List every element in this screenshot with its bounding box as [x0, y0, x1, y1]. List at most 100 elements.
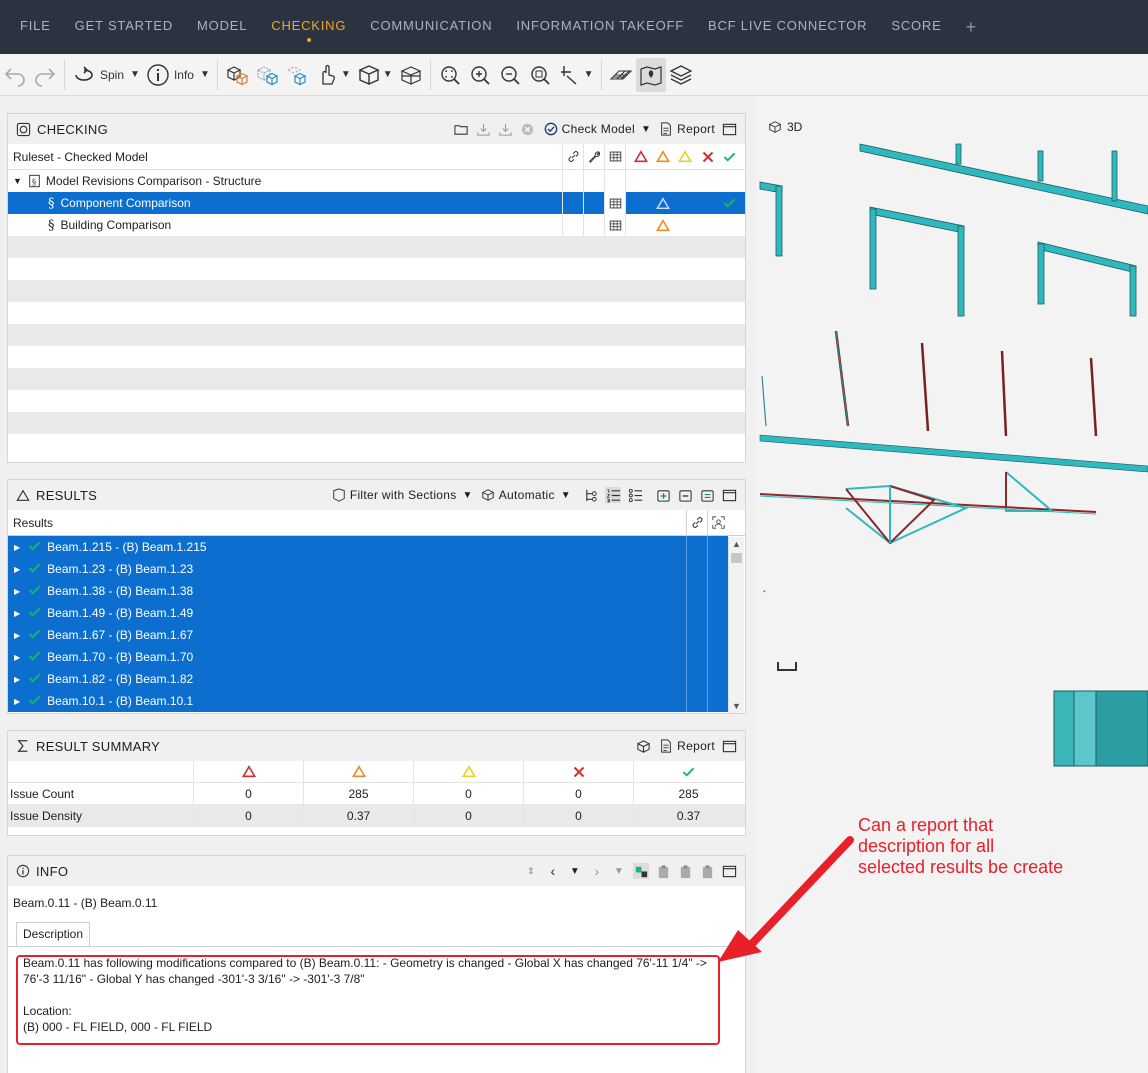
tab-description[interactable]: Description: [16, 922, 91, 946]
sort-button[interactable]: ⇕: [523, 863, 539, 879]
rule-row-component-comparison[interactable]: § Component Comparison: [8, 192, 745, 214]
scroll-thumb[interactable]: [731, 553, 742, 563]
maximize-button[interactable]: [721, 121, 737, 137]
result-row[interactable]: ▶ Beam.1.215 - (B) Beam.1.215: [8, 536, 728, 558]
ruleset-tree-row[interactable]: ▼ § Model Revisions Comparison - Structu…: [8, 170, 745, 192]
menu-score[interactable]: SCORE: [879, 0, 953, 54]
list-view-button[interactable]: [605, 487, 621, 503]
parameters-column[interactable]: [583, 144, 604, 169]
remove-issue-button[interactable]: [677, 487, 693, 503]
summary-settings-button[interactable]: [635, 738, 651, 754]
menu-model[interactable]: MODEL: [185, 0, 259, 54]
ghost-button[interactable]: [252, 58, 282, 92]
table-column[interactable]: [604, 144, 625, 169]
table-icon[interactable]: [609, 219, 622, 232]
check-model-button[interactable]: Check Model ▼: [544, 122, 652, 136]
chevron-down-icon[interactable]: ▼: [341, 69, 351, 80]
zoom-fit-button[interactable]: [435, 58, 465, 92]
accepted-icon[interactable]: [721, 151, 739, 163]
scroll-up-icon[interactable]: ▲: [729, 537, 744, 551]
camera-column[interactable]: [707, 510, 728, 535]
zoom-in-button[interactable]: [465, 58, 495, 92]
menu-information-takeoff[interactable]: INFORMATION TAKEOFF: [504, 0, 696, 54]
filter-with-sections-button[interactable]: Filter with Sections ▼: [332, 488, 473, 502]
menu-file[interactable]: FILE: [8, 0, 63, 54]
chevron-down-icon[interactable]: ▼: [567, 863, 583, 879]
hide-button[interactable]: [282, 58, 312, 92]
chevron-down-icon[interactable]: ▼: [584, 69, 594, 80]
rejected-icon[interactable]: [699, 151, 717, 163]
chevron-down-icon[interactable]: ▼: [130, 69, 140, 80]
description-text-area[interactable]: Beam.0.11 has following modifications co…: [8, 946, 745, 1073]
add-issue-button[interactable]: [655, 487, 671, 503]
redo-button[interactable]: [30, 58, 60, 92]
scroll-down-icon[interactable]: ▼: [729, 699, 744, 713]
result-row[interactable]: ▶ Beam.10.1 - (B) Beam.10.1: [8, 690, 728, 712]
chevron-down-icon[interactable]: ▼: [463, 490, 473, 501]
result-row[interactable]: ▶ Beam.1.67 - (B) Beam.1.67: [8, 624, 728, 646]
clipboard-button[interactable]: [655, 863, 671, 879]
expand-arrow-icon[interactable]: ▶: [14, 609, 20, 618]
view-cube-button[interactable]: ▼: [354, 58, 396, 92]
chevron-down-icon[interactable]: ▼: [611, 863, 627, 879]
group-settings-button[interactable]: [627, 487, 643, 503]
section-box-button[interactable]: [396, 58, 426, 92]
issue-slides-button[interactable]: [699, 487, 715, 503]
select-tool-button[interactable]: ▼: [312, 58, 354, 92]
expand-arrow-icon[interactable]: ▶: [14, 653, 20, 662]
menu-bcf-live-connector[interactable]: BCF LIVE CONNECTOR: [696, 0, 879, 54]
result-row[interactable]: ▶ Beam.1.38 - (B) Beam.1.38: [8, 580, 728, 602]
chevron-down-icon[interactable]: ▼: [641, 124, 651, 135]
highlight-button[interactable]: [633, 863, 649, 879]
expand-arrow-icon[interactable]: ▶: [14, 565, 20, 574]
undo-button[interactable]: [0, 58, 30, 92]
minor-icon[interactable]: [676, 150, 694, 163]
expand-arrow-icon[interactable]: ▶: [14, 631, 20, 640]
add-tab-button[interactable]: +: [954, 1, 989, 53]
menu-get-started[interactable]: GET STARTED: [63, 0, 185, 54]
import-button[interactable]: [476, 121, 492, 137]
spin-button[interactable]: Spin ▼: [69, 58, 143, 92]
info-button[interactable]: Info ▼: [143, 58, 213, 92]
clipboard-button[interactable]: [677, 863, 693, 879]
zoom-out-button[interactable]: [495, 58, 525, 92]
expand-arrow-icon[interactable]: ▶: [14, 543, 20, 552]
table-icon[interactable]: [609, 197, 622, 210]
tree-view-button[interactable]: [583, 487, 599, 503]
chevron-down-icon[interactable]: ▼: [561, 490, 571, 501]
result-row[interactable]: ▶ Beam.1.82 - (B) Beam.1.82: [8, 668, 728, 690]
grid-button[interactable]: [606, 58, 636, 92]
export-button[interactable]: [498, 121, 514, 137]
stop-button[interactable]: [520, 121, 536, 137]
layers-button[interactable]: [666, 58, 696, 92]
menu-checking[interactable]: CHECKING: [259, 0, 358, 54]
show-all-button[interactable]: [222, 58, 252, 92]
open-ruleset-button[interactable]: [454, 121, 470, 137]
axis-tool-button[interactable]: ▼: [555, 58, 597, 92]
link-column[interactable]: [686, 510, 707, 535]
summary-report-button[interactable]: Report: [659, 739, 715, 753]
maximize-button[interactable]: [721, 487, 737, 503]
expand-arrow-icon[interactable]: ▶: [14, 587, 20, 596]
expand-arrow-icon[interactable]: ▼: [13, 176, 22, 186]
result-row[interactable]: ▶ Beam.1.23 - (B) Beam.1.23: [8, 558, 728, 580]
chevron-down-icon[interactable]: ▼: [383, 69, 393, 80]
result-row[interactable]: ▶ Beam.1.70 - (B) Beam.1.70: [8, 646, 728, 668]
maximize-button[interactable]: [721, 738, 737, 754]
expand-arrow-icon[interactable]: ▶: [14, 697, 20, 706]
zoom-window-button[interactable]: [525, 58, 555, 92]
major-icon[interactable]: [654, 150, 672, 163]
previous-button[interactable]: ‹: [545, 863, 561, 879]
link-column[interactable]: [562, 144, 583, 169]
menu-communication[interactable]: COMMUNICATION: [358, 0, 504, 54]
chevron-down-icon[interactable]: ▼: [200, 69, 210, 80]
expand-arrow-icon[interactable]: ▶: [14, 675, 20, 684]
ruleset-column-header[interactable]: Ruleset - Checked Model: [8, 144, 562, 169]
map-button[interactable]: [635, 57, 666, 92]
results-column-header[interactable]: Results: [8, 516, 686, 530]
automatic-mode-button[interactable]: Automatic ▼: [481, 488, 571, 502]
critical-icon[interactable]: [632, 150, 650, 163]
next-button[interactable]: ›: [589, 863, 605, 879]
report-button[interactable]: Report: [659, 122, 715, 136]
results-scrollbar[interactable]: ▲ ▼: [728, 537, 744, 713]
